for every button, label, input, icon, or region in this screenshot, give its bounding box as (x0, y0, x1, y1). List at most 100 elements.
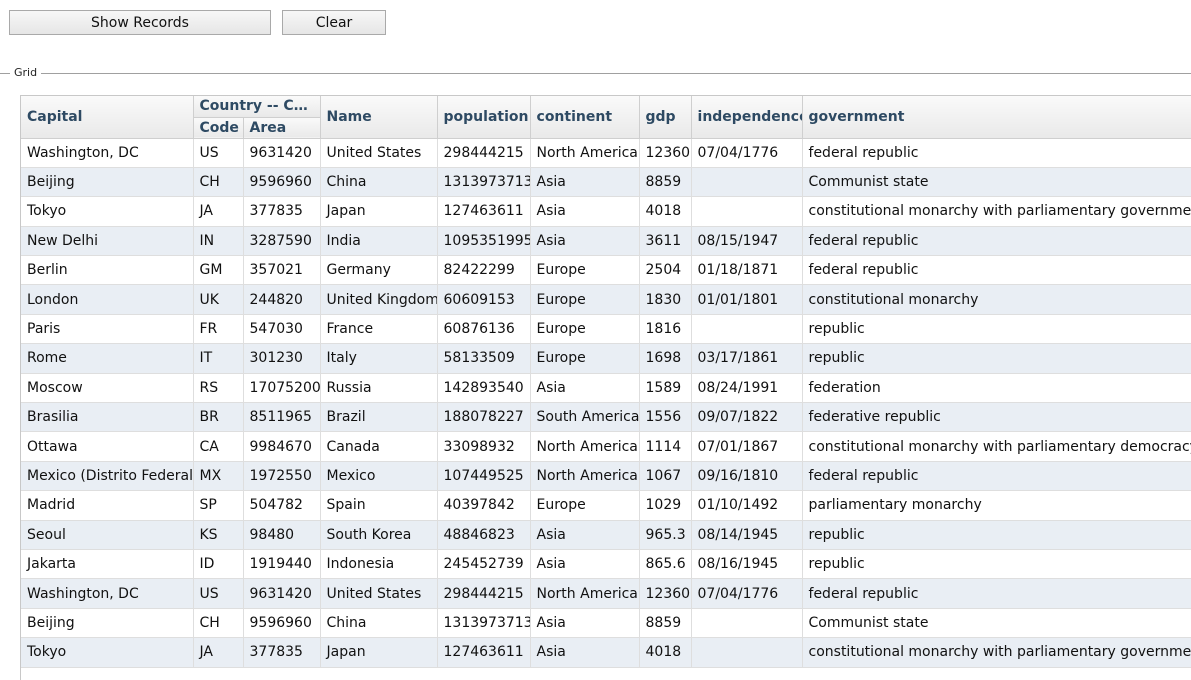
cell-code[interactable]: JA (193, 637, 244, 668)
cell-government[interactable]: federal republic (802, 578, 1191, 609)
cell-capital[interactable]: London (21, 284, 194, 315)
cell-area[interactable]: 504782 (243, 490, 321, 521)
cell-continent[interactable]: North America (530, 461, 640, 492)
table-row[interactable]: Madrid SP 504782 Spain 40397842 Europe 1029 01/… (21, 490, 1191, 521)
table-row[interactable]: Paris FR 547030 France 60876136 Europe 1816 rep… (21, 314, 1191, 345)
cell-population[interactable]: 40397842 (437, 490, 531, 521)
cell-capital[interactable]: Moscow (21, 373, 194, 404)
cell-code[interactable]: ID (193, 549, 244, 580)
cell-gdp[interactable]: 1067 (639, 461, 692, 492)
cell-population[interactable]: 58133509 (437, 343, 531, 374)
cell-name[interactable]: South Korea (320, 520, 438, 550)
cell-area[interactable]: 357021 (243, 255, 321, 286)
cell-independence[interactable]: 03/17/1861 (691, 343, 803, 374)
cell-population[interactable]: 60609153 (437, 284, 531, 315)
cell-name[interactable]: China (320, 608, 438, 639)
cell-code[interactable]: CH (193, 608, 244, 639)
cell-independence[interactable]: 09/07/1822 (691, 402, 803, 433)
cell-gdp[interactable]: 1556 (639, 402, 692, 433)
cell-capital[interactable]: Ottawa (21, 431, 194, 462)
column-header-continent[interactable]: continent (530, 96, 640, 139)
show-records-button[interactable]: Show Records (9, 10, 271, 35)
cell-capital[interactable]: Jakarta (21, 549, 194, 580)
cell-name[interactable]: China (320, 167, 438, 198)
cell-capital[interactable]: Washington, DC (21, 138, 194, 168)
cell-area[interactable]: 9596960 (243, 167, 321, 198)
column-header-population[interactable]: population (437, 96, 531, 139)
clear-button[interactable]: Clear (282, 10, 386, 35)
column-header-name[interactable]: Name (320, 96, 438, 139)
cell-independence[interactable]: 09/16/1810 (691, 461, 803, 492)
cell-code[interactable]: CA (193, 431, 244, 462)
cell-capital[interactable]: Tokyo (21, 637, 194, 668)
cell-population[interactable]: 127463611 (437, 196, 531, 227)
cell-name[interactable]: United States (320, 138, 438, 168)
cell-population[interactable]: 188078227 (437, 402, 531, 433)
cell-continent[interactable]: Asia (530, 549, 640, 580)
cell-name[interactable]: Brazil (320, 402, 438, 433)
cell-name[interactable]: Spain (320, 490, 438, 521)
cell-area[interactable]: 547030 (243, 314, 321, 345)
cell-population[interactable]: 48846823 (437, 520, 531, 550)
cell-government[interactable]: constitutional monarchy (802, 284, 1191, 315)
cell-population[interactable]: 82422299 (437, 255, 531, 286)
cell-government[interactable]: federal republic (802, 461, 1191, 492)
table-row[interactable]: Mexico (Distrito Federal) MX 1972550 Mexico… (21, 461, 1191, 492)
cell-capital[interactable]: Rome (21, 343, 194, 374)
cell-government[interactable]: federal republic (802, 226, 1191, 257)
cell-government[interactable]: constitutional monarchy with parliamenta… (802, 637, 1191, 668)
cell-name[interactable]: Japan (320, 196, 438, 227)
table-row[interactable]: Tokyo JA 377835 Japan 127463611 Asia 4018 const… (21, 196, 1191, 227)
cell-independence[interactable]: 01/18/1871 (691, 255, 803, 286)
cell-independence[interactable] (691, 637, 803, 668)
cell-capital[interactable]: Washington, DC (21, 578, 194, 609)
cell-government[interactable]: constitutional monarchy with parliamenta… (802, 196, 1191, 227)
cell-gdp[interactable]: 1114 (639, 431, 692, 462)
cell-government[interactable]: Communist state (802, 167, 1191, 198)
cell-continent[interactable]: Asia (530, 520, 640, 550)
cell-population[interactable]: 245452739 (437, 549, 531, 580)
cell-gdp[interactable]: 1830 (639, 284, 692, 315)
table-row[interactable]: New Delhi IN 3287590 India 1095351995 Asia 361… (21, 226, 1191, 257)
cell-area[interactable]: 9984670 (243, 431, 321, 462)
cell-capital[interactable]: Beijing (21, 608, 194, 639)
cell-gdp[interactable]: 865.6 (639, 549, 692, 580)
cell-continent[interactable]: Europe (530, 255, 640, 286)
cell-population[interactable]: 1095351995 (437, 226, 531, 257)
cell-name[interactable]: Italy (320, 343, 438, 374)
cell-continent[interactable]: Asia (530, 196, 640, 227)
cell-independence[interactable]: 01/10/1492 (691, 490, 803, 521)
cell-government[interactable]: federal republic (802, 255, 1191, 286)
cell-capital[interactable]: Mexico (Distrito Federal) (21, 461, 194, 492)
cell-code[interactable]: SP (193, 490, 244, 521)
cell-gdp[interactable]: 2504 (639, 255, 692, 286)
cell-gdp[interactable]: 8859 (639, 608, 692, 639)
cell-area[interactable]: 98480 (243, 520, 321, 550)
cell-gdp[interactable]: 1698 (639, 343, 692, 374)
cell-code[interactable]: CH (193, 167, 244, 198)
cell-independence[interactable] (691, 167, 803, 198)
cell-name[interactable]: Mexico (320, 461, 438, 492)
cell-gdp[interactable]: 965.3 (639, 520, 692, 550)
cell-area[interactable]: 244820 (243, 284, 321, 315)
cell-continent[interactable]: Europe (530, 490, 640, 521)
cell-government[interactable]: republic (802, 520, 1191, 550)
cell-code[interactable]: UK (193, 284, 244, 315)
cell-continent[interactable]: North America (530, 431, 640, 462)
cell-continent[interactable]: North America (530, 578, 640, 609)
cell-area[interactable]: 9596960 (243, 608, 321, 639)
cell-population[interactable]: 107449525 (437, 461, 531, 492)
cell-population[interactable]: 1313973713 (437, 608, 531, 639)
cell-name[interactable]: India (320, 226, 438, 257)
cell-name[interactable]: France (320, 314, 438, 345)
cell-code[interactable]: JA (193, 196, 244, 227)
table-row[interactable]: London UK 244820 United Kingdom 60609153 Euro… (21, 284, 1191, 315)
table-row[interactable]: Washington, DC US 9631420 United States 2984… (21, 578, 1191, 609)
cell-gdp[interactable]: 12360 (639, 578, 692, 609)
cell-government[interactable]: republic (802, 549, 1191, 580)
table-row[interactable]: Beijing CH 9596960 China 1313973713 Asia 8859 C… (21, 167, 1191, 198)
cell-continent[interactable]: Asia (530, 637, 640, 668)
cell-code[interactable]: US (193, 578, 244, 609)
cell-government[interactable]: constitutional monarchy with parliamenta… (802, 431, 1191, 462)
table-row[interactable]: Moscow RS 17075200 Russia 142893540 Asia 1589 0… (21, 373, 1191, 404)
